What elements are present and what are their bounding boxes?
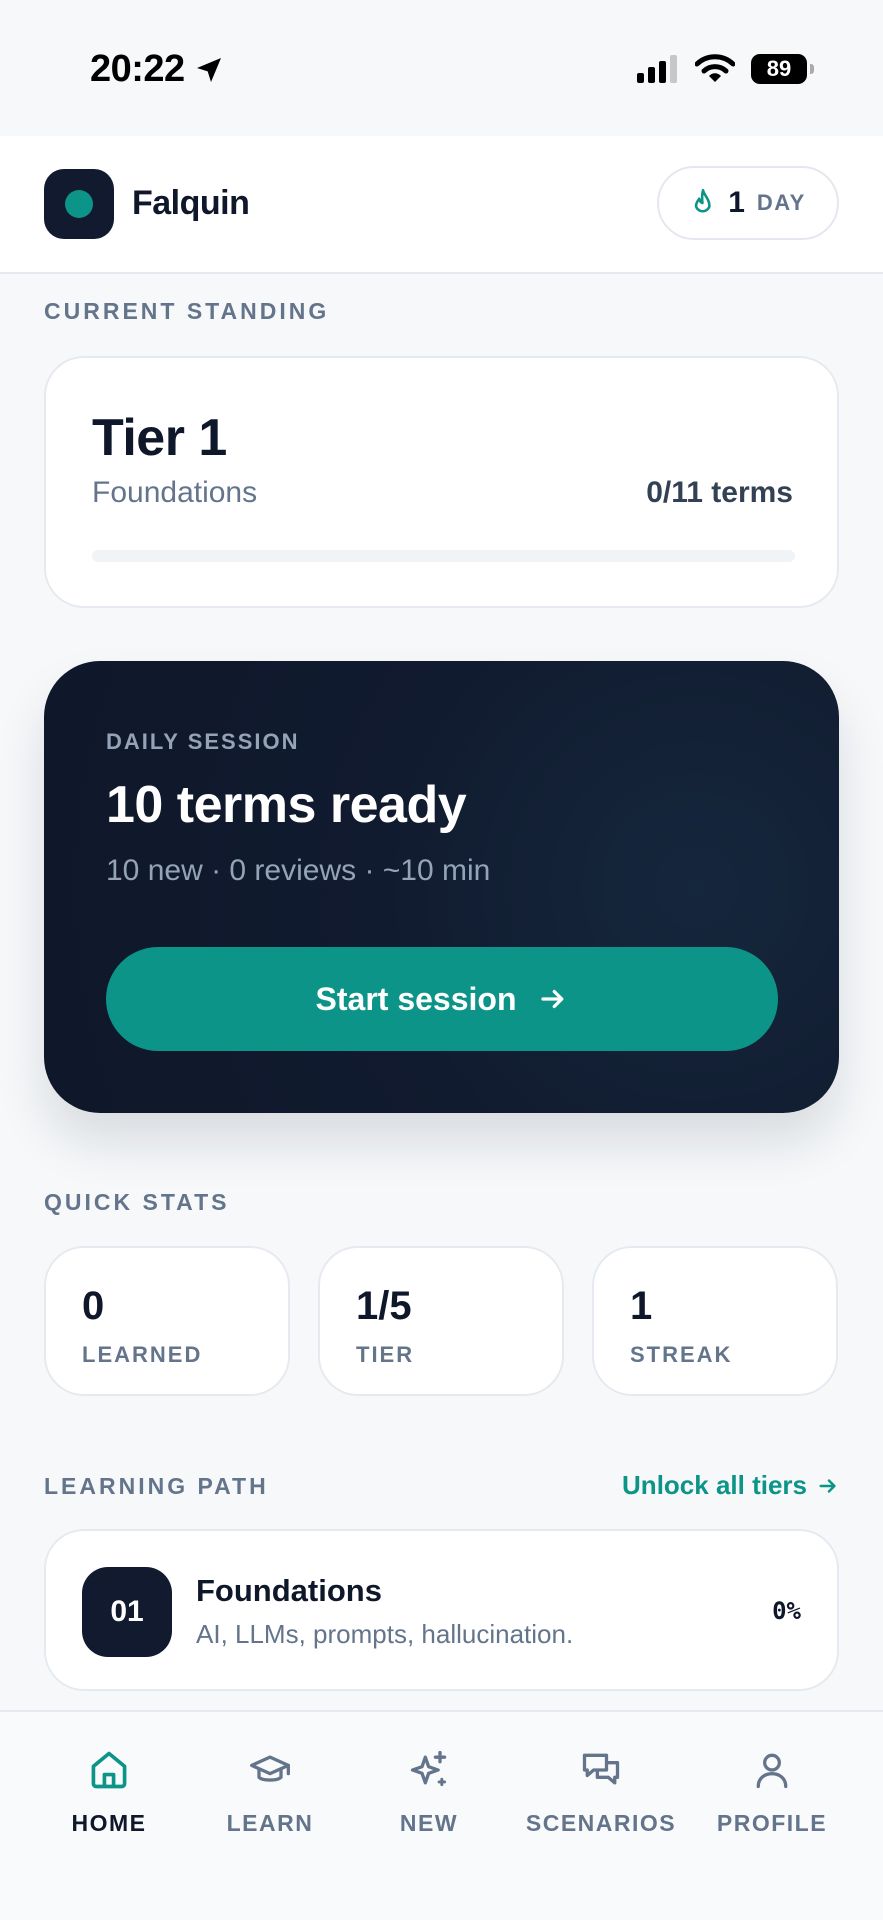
stat-value: 1/5 [356, 1284, 412, 1328]
current-standing-label: CURRENT STANDING [44, 298, 330, 324]
nav-label: LEARN [226, 1810, 314, 1836]
unlock-all-tiers-link[interactable]: Unlock all tiers [622, 1470, 839, 1501]
nav-label: SCENARIOS [525, 1810, 677, 1836]
battery-level: 89 [766, 56, 792, 81]
stat-card-tier: 1/5 TIER [318, 1246, 564, 1396]
start-session-label: Start session [315, 980, 517, 1017]
stat-value: 1 [630, 1284, 653, 1328]
streak-unit: DAY [756, 190, 806, 215]
learning-path-item[interactable]: 01 Foundations AI, LLMs, prompts, halluc… [44, 1529, 839, 1691]
status-time: 20:22 [90, 48, 225, 91]
path-description: AI, LLMs, prompts, hallucination. [196, 1619, 574, 1649]
logo-dot [65, 190, 93, 218]
learning-path-label: LEARNING PATH [44, 1473, 269, 1499]
app-name: Falquin [132, 184, 250, 222]
arrow-right-icon [541, 989, 564, 1009]
app-header: Falquin 1 DAY [0, 136, 883, 274]
streak-count: 1 [728, 186, 745, 219]
streak-pill[interactable]: 1 DAY [657, 166, 839, 240]
status-time-text: 20:22 [90, 48, 185, 90]
status-bar: 20:22 89 [0, 0, 883, 136]
flame-icon [694, 188, 711, 213]
path-title: Foundations [196, 1573, 382, 1608]
app-logo [44, 169, 114, 239]
tier-name: Foundations [92, 476, 258, 509]
status-indicators: 89 [637, 54, 814, 84]
arrow-right-icon [819, 1478, 836, 1493]
path-number-badge: 01 [82, 1567, 172, 1657]
session-title: 10 terms ready [106, 776, 467, 834]
signal-icon [637, 55, 677, 83]
nav-item-profile[interactable]: PROFILE [687, 1748, 857, 1837]
stat-card-learned: 0 LEARNED [44, 1246, 290, 1396]
stat-value: 0 [82, 1284, 105, 1328]
location-arrow-icon [196, 57, 221, 82]
graduation-cap-icon [250, 1755, 290, 1782]
user-icon [756, 1753, 788, 1789]
standing-card: Tier 1 Foundations 0/11 terms [44, 356, 839, 608]
stat-label: TIER [356, 1342, 415, 1367]
tier-title: Tier 1 [92, 409, 227, 467]
wifi-icon [695, 54, 735, 82]
nav-item-learn[interactable]: LEARN [185, 1748, 355, 1837]
path-percent: 0% [772, 1597, 801, 1625]
daily-session-card: DAILY SESSION 10 terms ready 10 new · 0 … [44, 661, 839, 1113]
terms-progress: 0/11 terms [646, 476, 793, 509]
nav-item-new[interactable]: NEW [344, 1748, 514, 1837]
sparkles-icon [410, 1750, 447, 1787]
nav-label: NEW [399, 1810, 459, 1836]
nav-label: HOME [71, 1810, 147, 1836]
stat-label: STREAK [630, 1342, 733, 1367]
battery-icon: 89 [751, 54, 814, 84]
nav-item-home[interactable]: HOME [24, 1748, 194, 1837]
quick-stats-label: QUICK STATS [44, 1189, 230, 1215]
tier-progress-bar [92, 550, 795, 562]
start-session-button[interactable]: Start session [106, 947, 778, 1051]
stat-label: LEARNED [82, 1342, 203, 1367]
session-meta: 10 new · 0 reviews · ~10 min [106, 854, 491, 887]
unlock-label: Unlock all tiers [622, 1470, 807, 1500]
session-label: DAILY SESSION [106, 729, 300, 754]
nav-label: PROFILE [716, 1810, 828, 1836]
bottom-nav: HOME LEARN NEW SCENARIOS PROFILE [0, 1710, 883, 1920]
stat-card-streak: 1 STREAK [592, 1246, 838, 1396]
nav-item-scenarios[interactable]: SCENARIOS [516, 1748, 686, 1837]
chat-bubbles-icon [582, 1753, 620, 1785]
home-icon [91, 1751, 127, 1789]
